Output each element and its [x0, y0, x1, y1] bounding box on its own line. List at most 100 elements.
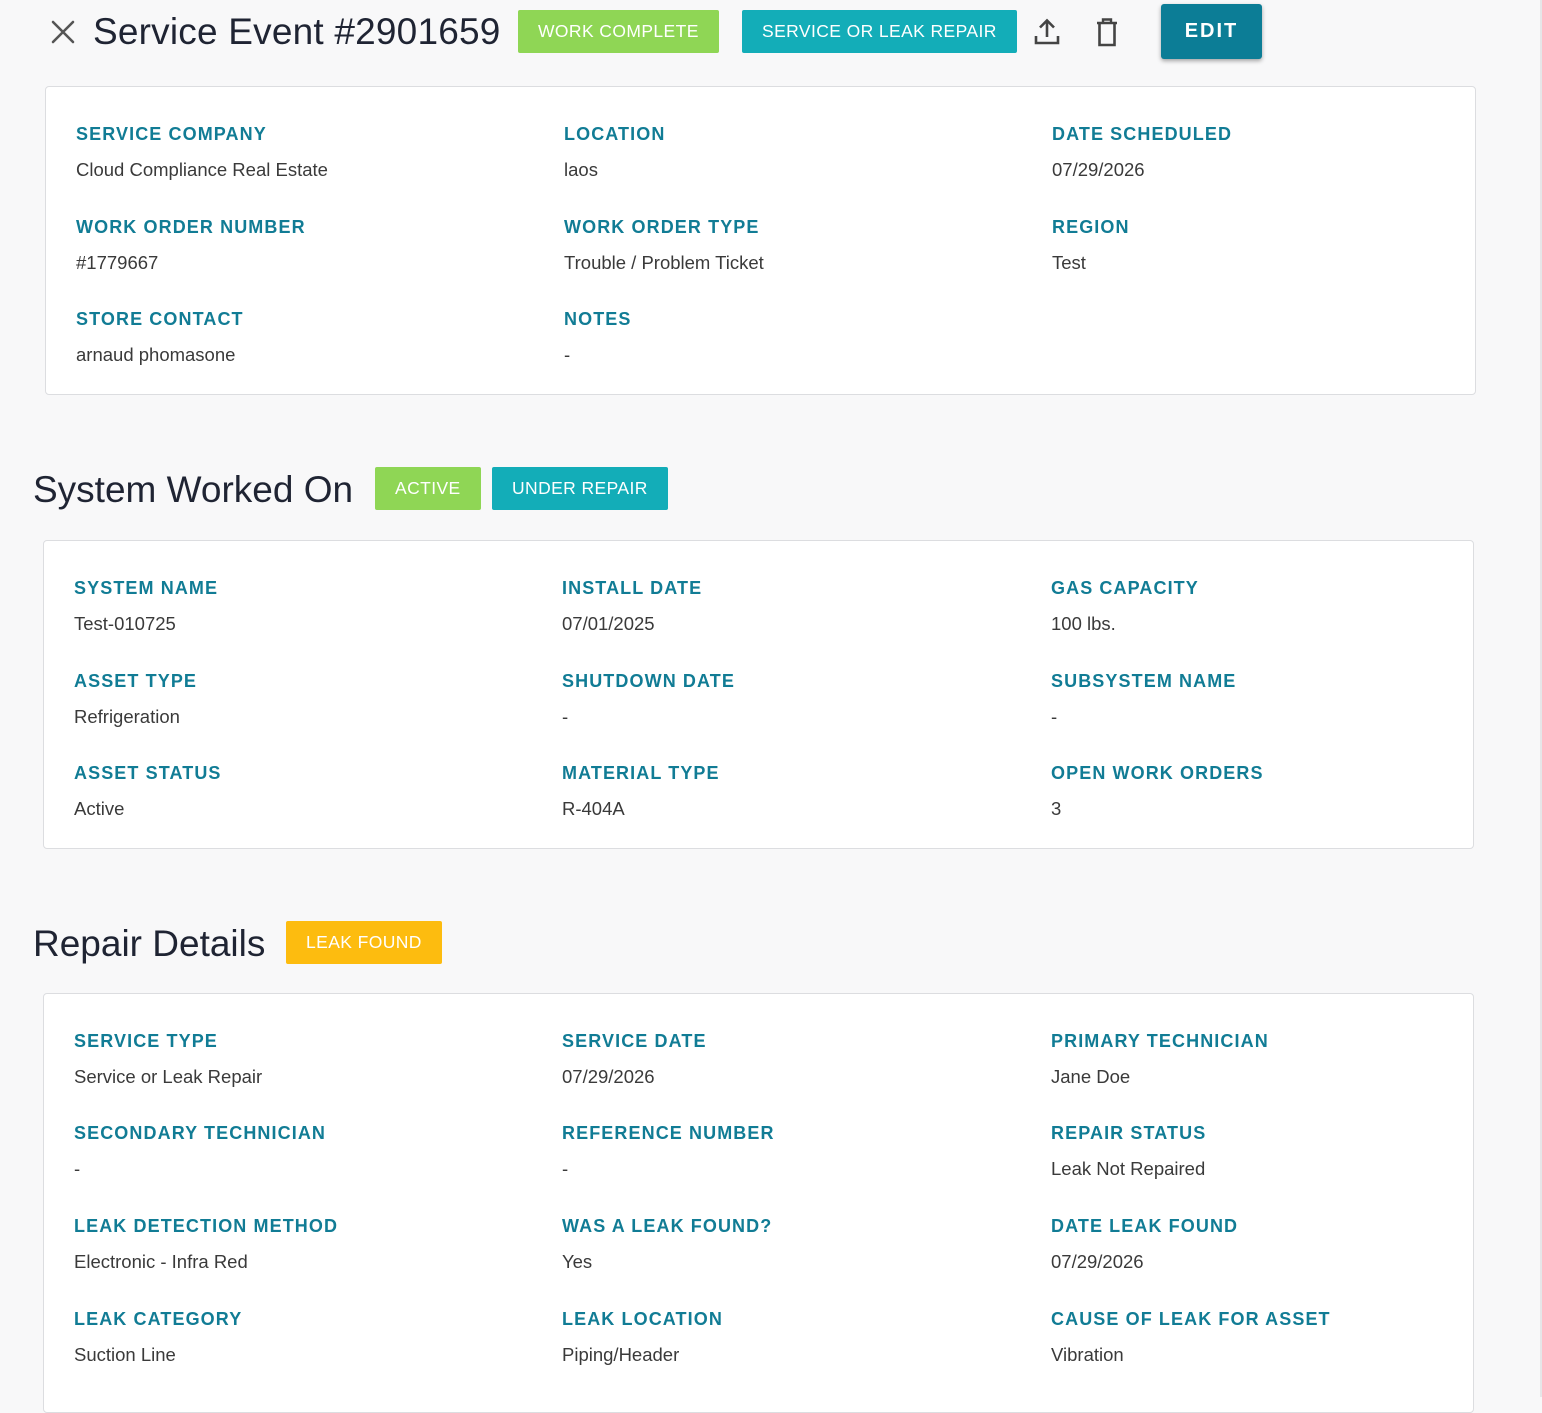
field-value: -: [564, 344, 571, 365]
field-value: Test: [1052, 252, 1086, 273]
field-value: 07/29/2026: [1052, 159, 1145, 180]
field-label: REPAIR STATUS: [1051, 1123, 1207, 1143]
field-label: CAUSE OF LEAK FOR ASSET: [1051, 1309, 1331, 1329]
field-value: -: [562, 706, 569, 727]
field-install-date: INSTALL DATE 07/01/2025: [562, 577, 702, 635]
event-details-card: SERVICE COMPANY Cloud Compliance Real Es…: [45, 86, 1476, 395]
field-label: SERVICE DATE: [562, 1031, 707, 1051]
field-value: Yes: [562, 1251, 593, 1272]
field-value: 07/29/2026: [562, 1066, 655, 1087]
field-label: LEAK DETECTION METHOD: [74, 1216, 339, 1236]
field-label: WORK ORDER TYPE: [564, 217, 760, 237]
field-label: LOCATION: [564, 124, 666, 144]
field-notes: NOTES -: [564, 308, 632, 366]
field-cause-of-leak: CAUSE OF LEAK FOR ASSET Vibration: [1051, 1308, 1331, 1366]
trash-icon[interactable]: [1091, 16, 1123, 48]
field-value: -: [562, 1158, 569, 1179]
field-leak-category: LEAK CATEGORY Suction Line: [74, 1308, 242, 1366]
field-value: Leak Not Repaired: [1051, 1158, 1206, 1179]
field-label: LEAK CATEGORY: [74, 1309, 243, 1329]
field-label: WAS A LEAK FOUND?: [562, 1216, 773, 1236]
field-value: laos: [564, 159, 598, 180]
field-service-type: SERVICE TYPE Service or Leak Repair: [74, 1030, 262, 1088]
field-was-leak-found: WAS A LEAK FOUND? Yes: [562, 1215, 772, 1273]
field-asset-status: ASSET STATUS Active: [74, 762, 222, 820]
system-section-title: System Worked On: [33, 469, 354, 510]
work-complete-badge: WORK COMPLETE: [518, 10, 719, 53]
field-region: REGION Test: [1052, 216, 1130, 274]
field-value: R-404A: [562, 798, 625, 819]
repair-state-badge: UNDER REPAIR: [492, 467, 668, 510]
field-date-leak-found: DATE LEAK FOUND 07/29/2026: [1051, 1215, 1238, 1273]
page-title: Service Event #2901659: [93, 11, 501, 52]
repair-details-card: SERVICE TYPE Service or Leak Repair SERV…: [43, 993, 1474, 1413]
field-value: Trouble / Problem Ticket: [564, 252, 764, 273]
field-subsystem-name: SUBSYSTEM NAME -: [1051, 670, 1236, 728]
field-label: WORK ORDER NUMBER: [76, 217, 306, 237]
field-value: Electronic - Infra Red: [74, 1251, 248, 1272]
field-label: SUBSYSTEM NAME: [1051, 671, 1237, 691]
repair-section-title: Repair Details: [33, 923, 266, 964]
field-label: STORE CONTACT: [76, 309, 244, 329]
close-icon[interactable]: [48, 17, 78, 47]
field-leak-location: LEAK LOCATION Piping/Header: [562, 1308, 723, 1366]
field-label: PRIMARY TECHNICIAN: [1051, 1031, 1269, 1051]
field-value: 07/29/2026: [1051, 1251, 1144, 1272]
field-value: Test-010725: [74, 613, 176, 634]
field-gas-capacity: GAS CAPACITY 100 lbs.: [1051, 577, 1199, 635]
field-open-work-orders: OPEN WORK ORDERS 3: [1051, 762, 1264, 820]
service-type-badge: SERVICE OR LEAK REPAIR: [742, 10, 1017, 53]
page-header: Service Event #2901659 WORK COMPLETE SER…: [0, 0, 1530, 64]
leak-found-badge: LEAK FOUND: [286, 921, 442, 964]
field-service-company: SERVICE COMPANY Cloud Compliance Real Es…: [76, 123, 328, 181]
field-leak-detection-method: LEAK DETECTION METHOD Electronic - Infra…: [74, 1215, 338, 1273]
field-work-order-type: WORK ORDER TYPE Trouble / Problem Ticket: [564, 216, 764, 274]
edit-button[interactable]: EDIT: [1161, 4, 1262, 59]
field-location: LOCATION laos: [564, 123, 665, 181]
field-asset-type: ASSET TYPE Refrigeration: [74, 670, 197, 728]
field-reference-number: REFERENCE NUMBER -: [562, 1122, 775, 1180]
field-value: -: [1051, 706, 1058, 727]
field-value: Piping/Header: [562, 1344, 680, 1365]
field-shutdown-date: SHUTDOWN DATE -: [562, 670, 735, 728]
field-label: REGION: [1052, 217, 1130, 237]
field-value: Refrigeration: [74, 706, 180, 727]
field-label: DATE LEAK FOUND: [1051, 1216, 1239, 1236]
field-value: 100 lbs.: [1051, 613, 1116, 634]
field-system-name: SYSTEM NAME Test-010725: [74, 577, 218, 635]
field-label: OPEN WORK ORDERS: [1051, 763, 1264, 783]
field-label: SERVICE TYPE: [74, 1031, 218, 1051]
field-label: SERVICE COMPANY: [76, 124, 267, 144]
system-status-badge: ACTIVE: [375, 467, 481, 510]
field-value: Suction Line: [74, 1344, 176, 1365]
field-material-type: MATERIAL TYPE R-404A: [562, 762, 720, 820]
field-work-order-number: WORK ORDER NUMBER #1779667: [76, 216, 306, 274]
field-value: 3: [1051, 798, 1062, 819]
field-value: Vibration: [1051, 1344, 1124, 1365]
share-upload-icon[interactable]: [1031, 16, 1063, 48]
field-label: GAS CAPACITY: [1051, 578, 1199, 598]
field-value: #1779667: [76, 252, 159, 273]
field-repair-status: REPAIR STATUS Leak Not Repaired: [1051, 1122, 1206, 1180]
field-label: NOTES: [564, 309, 632, 329]
field-value: Cloud Compliance Real Estate: [76, 159, 328, 180]
field-value: Jane Doe: [1051, 1066, 1131, 1087]
field-label: SECONDARY TECHNICIAN: [74, 1123, 327, 1143]
field-secondary-technician: SECONDARY TECHNICIAN -: [74, 1122, 326, 1180]
field-label: SHUTDOWN DATE: [562, 671, 735, 691]
field-value: arnaud phomasone: [76, 344, 236, 365]
field-label: DATE SCHEDULED: [1052, 124, 1233, 144]
field-primary-technician: PRIMARY TECHNICIAN Jane Doe: [1051, 1030, 1269, 1088]
field-label: MATERIAL TYPE: [562, 763, 720, 783]
field-store-contact: STORE CONTACT arnaud phomasone: [76, 308, 244, 366]
field-label: ASSET TYPE: [74, 671, 198, 691]
field-label: REFERENCE NUMBER: [562, 1123, 775, 1143]
field-value: Service or Leak Repair: [74, 1066, 263, 1087]
field-value: 07/01/2025: [562, 613, 655, 634]
field-label: ASSET STATUS: [74, 763, 222, 783]
system-details-card: SYSTEM NAME Test-010725 INSTALL DATE 07/…: [43, 540, 1474, 849]
field-label: SYSTEM NAME: [74, 578, 219, 598]
field-service-date: SERVICE DATE 07/29/2026: [562, 1030, 707, 1088]
field-date-scheduled: DATE SCHEDULED 07/29/2026: [1052, 123, 1232, 181]
field-value: Active: [74, 798, 125, 819]
